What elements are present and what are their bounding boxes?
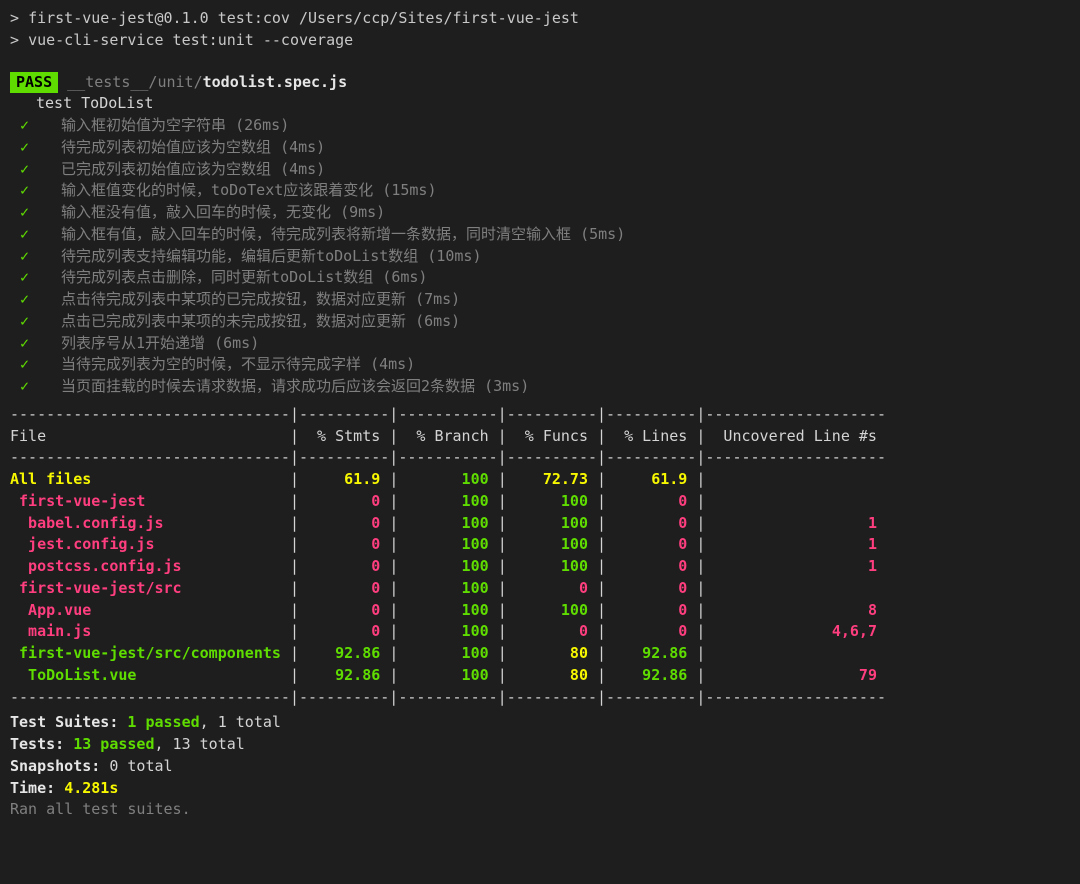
test-text: 待完成列表支持编辑功能，编辑后更新toDoList数组 (10ms) (52, 247, 482, 265)
check-icon: ✓ (36, 289, 52, 311)
test-text: 输入框值变化的时候，toDoText应该跟着变化 (15ms) (52, 181, 437, 199)
summary-time: Time: 4.281s (10, 778, 1070, 800)
test-text: 输入框初始值为空字符串 (26ms) (52, 116, 289, 134)
test-item: ✓ 输入框值变化的时候，toDoText应该跟着变化 (15ms) (10, 180, 1070, 202)
check-icon: ✓ (36, 159, 52, 181)
ran-line: Ran all test suites. (10, 799, 1070, 821)
spec-header: PASS __tests__/unit/todolist.spec.js (10, 72, 1070, 94)
check-icon: ✓ (36, 311, 52, 333)
check-icon: ✓ (36, 137, 52, 159)
test-item: ✓ 点击已完成列表中某项的未完成按钮，数据对应更新 (6ms) (10, 311, 1070, 333)
check-icon: ✓ (36, 115, 52, 137)
test-item: ✓ 待完成列表初始值应该为空数组 (4ms) (10, 137, 1070, 159)
command-line-2: > vue-cli-service test:unit --coverage (10, 30, 1070, 52)
test-text: 待完成列表点击删除，同时更新toDoList数组 (6ms) (52, 268, 427, 286)
test-text: 当待完成列表为空的时候，不显示待完成字样 (4ms) (52, 355, 415, 373)
test-list: ✓ 输入框初始值为空字符串 (26ms)✓ 待完成列表初始值应该为空数组 (4m… (10, 115, 1070, 398)
spec-path-dim: __tests__/unit/ (58, 73, 203, 91)
command-line-1: > first-vue-jest@0.1.0 test:cov /Users/c… (10, 8, 1070, 30)
test-text: 点击待完成列表中某项的已完成按钮，数据对应更新 (7ms) (52, 290, 460, 308)
pass-badge: PASS (10, 72, 58, 94)
command-1-text: first-vue-jest@0.1.0 test:cov /Users/ccp… (28, 9, 579, 27)
suite-name: test ToDoList (10, 93, 1070, 115)
check-icon: ✓ (36, 202, 52, 224)
command-2-text: vue-cli-service test:unit --coverage (28, 31, 353, 49)
summary-snapshots: Snapshots: 0 total (10, 756, 1070, 778)
prompt-icon: > (10, 9, 28, 27)
test-item: ✓ 输入框有值，敲入回车的时候，待完成列表将新增一条数据，同时清空输入框 (5m… (10, 224, 1070, 246)
check-icon: ✓ (36, 180, 52, 202)
check-icon: ✓ (36, 224, 52, 246)
test-text: 列表序号从1开始递增 (6ms) (52, 334, 259, 352)
test-item: ✓ 点击待完成列表中某项的已完成按钮，数据对应更新 (7ms) (10, 289, 1070, 311)
check-icon: ✓ (36, 267, 52, 289)
check-icon: ✓ (36, 333, 52, 355)
summary-suites: Test Suites: 1 passed, 1 total (10, 712, 1070, 734)
check-icon: ✓ (36, 246, 52, 268)
test-item: ✓ 当待完成列表为空的时候，不显示待完成字样 (4ms) (10, 354, 1070, 376)
test-item: ✓ 输入框初始值为空字符串 (26ms) (10, 115, 1070, 137)
test-item: ✓ 当页面挂载的时候去请求数据，请求成功后应该会返回2条数据 (3ms) (10, 376, 1070, 398)
test-text: 当页面挂载的时候去请求数据，请求成功后应该会返回2条数据 (3ms) (52, 377, 529, 395)
test-item: ✓ 输入框没有值，敲入回车的时候，无变化 (9ms) (10, 202, 1070, 224)
test-text: 待完成列表初始值应该为空数组 (4ms) (52, 138, 325, 156)
check-icon: ✓ (36, 376, 52, 398)
coverage-table: -------------------------------|--------… (10, 404, 1070, 709)
test-item: ✓ 待完成列表点击删除，同时更新toDoList数组 (6ms) (10, 267, 1070, 289)
check-icon: ✓ (36, 354, 52, 376)
test-item: ✓ 已完成列表初始值应该为空数组 (4ms) (10, 159, 1070, 181)
test-item: ✓ 待完成列表支持编辑功能，编辑后更新toDoList数组 (10ms) (10, 246, 1070, 268)
test-text: 输入框没有值，敲入回车的时候，无变化 (9ms) (52, 203, 385, 221)
test-text: 输入框有值，敲入回车的时候，待完成列表将新增一条数据，同时清空输入框 (5ms) (52, 225, 625, 243)
test-text: 点击已完成列表中某项的未完成按钮，数据对应更新 (6ms) (52, 312, 460, 330)
summary-tests: Tests: 13 passed, 13 total (10, 734, 1070, 756)
spec-file: todolist.spec.js (203, 73, 348, 91)
test-text: 已完成列表初始值应该为空数组 (4ms) (52, 160, 325, 178)
prompt-icon: > (10, 31, 28, 49)
test-item: ✓ 列表序号从1开始递增 (6ms) (10, 333, 1070, 355)
